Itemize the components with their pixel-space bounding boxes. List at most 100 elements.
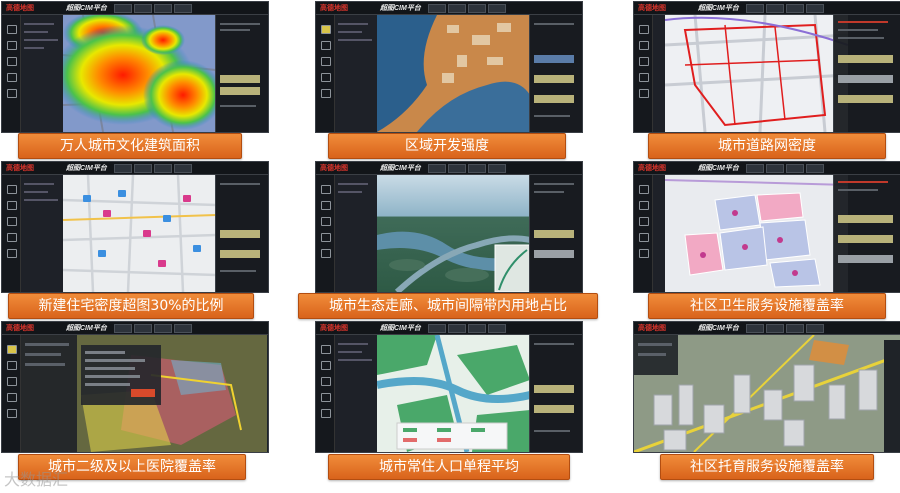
search-icon[interactable] — [639, 201, 649, 210]
app-brand: 高德地图 — [6, 165, 34, 172]
left-toolbar[interactable] — [634, 15, 653, 132]
settings-icon[interactable] — [321, 233, 331, 242]
map-view[interactable] — [634, 335, 900, 452]
header-tabs[interactable] — [746, 164, 824, 173]
map-view[interactable] — [665, 15, 848, 132]
app-brand: 高德地图 — [320, 165, 348, 172]
layer-icon[interactable] — [7, 25, 17, 34]
header-tabs[interactable] — [428, 164, 506, 173]
app-header: 高德地图 超图CIM平台 — [316, 162, 582, 175]
settings-icon[interactable] — [639, 233, 649, 242]
header-tabs[interactable] — [114, 4, 192, 13]
tool-icon[interactable] — [7, 89, 17, 98]
map-view[interactable] — [21, 335, 268, 452]
left-toolbar[interactable] — [316, 175, 335, 292]
tool-icon[interactable] — [639, 89, 649, 98]
right-panel — [215, 15, 268, 132]
caption-1: 万人城市文化建筑面积 — [18, 133, 242, 159]
layer-icon[interactable] — [321, 25, 331, 34]
layer-icon[interactable] — [639, 185, 649, 194]
left-toolbar[interactable] — [316, 335, 335, 452]
app-header: 高德地图 超图CIM平台 — [2, 322, 268, 335]
app-title: 超图CIM平台 — [66, 5, 107, 12]
watermark: 大数据汇 — [4, 470, 69, 489]
tool-icon[interactable] — [321, 89, 331, 98]
map-view[interactable] — [63, 15, 216, 132]
left-panel — [653, 175, 665, 292]
header-tabs[interactable] — [428, 324, 506, 333]
app-title: 超图CIM平台 — [66, 325, 107, 332]
app-title: 超图CIM平台 — [698, 325, 739, 332]
right-panel — [529, 175, 582, 292]
app-brand: 高德地图 — [638, 5, 666, 12]
chart-icon[interactable] — [321, 377, 331, 386]
layer-icon[interactable] — [7, 185, 17, 194]
tool-icon[interactable] — [639, 249, 649, 258]
app-title: 超图CIM平台 — [380, 165, 421, 172]
map-view[interactable] — [665, 175, 848, 292]
search-icon[interactable] — [321, 361, 331, 370]
settings-icon[interactable] — [321, 393, 331, 402]
layer-icon[interactable] — [7, 345, 17, 354]
left-toolbar[interactable] — [634, 175, 653, 292]
right-panel — [833, 175, 900, 292]
search-icon[interactable] — [321, 201, 331, 210]
chart-icon[interactable] — [7, 217, 17, 226]
chart-icon[interactable] — [7, 57, 17, 66]
caption-6: 社区卫生服务设施覆盖率 — [648, 293, 886, 319]
header-tabs[interactable] — [114, 324, 192, 333]
left-toolbar[interactable] — [2, 175, 21, 292]
chart-icon[interactable] — [639, 217, 649, 226]
app-header: 高德地图 超图CIM平台 — [634, 2, 900, 15]
map-view[interactable] — [377, 15, 530, 132]
tool-icon[interactable] — [321, 409, 331, 418]
search-icon[interactable] — [7, 201, 17, 210]
chart-icon[interactable] — [639, 57, 649, 66]
caption-2: 区域开发强度 — [328, 133, 566, 159]
settings-icon[interactable] — [639, 73, 649, 82]
header-tabs[interactable] — [746, 4, 824, 13]
tool-icon[interactable] — [321, 249, 331, 258]
screenshot-tile-2: 高德地图 超图CIM平台 — [315, 1, 583, 133]
chart-icon[interactable] — [321, 57, 331, 66]
app-title: 超图CIM平台 — [380, 5, 421, 12]
right-panel — [833, 15, 900, 132]
map-view[interactable] — [377, 175, 530, 292]
tool-icon[interactable] — [7, 409, 17, 418]
search-icon[interactable] — [639, 41, 649, 50]
header-tabs[interactable] — [428, 4, 506, 13]
settings-icon[interactable] — [7, 73, 17, 82]
settings-icon[interactable] — [7, 233, 17, 242]
right-panel — [215, 175, 268, 292]
settings-icon[interactable] — [321, 73, 331, 82]
screenshot-tile-4: 高德地图 超图CIM平台 — [1, 161, 269, 293]
map-view[interactable] — [377, 335, 530, 452]
app-title: 超图CIM平台 — [698, 165, 739, 172]
screenshot-tile-1: 高德地图 超图CIM平台 — [1, 1, 269, 133]
search-icon[interactable] — [321, 41, 331, 50]
left-toolbar[interactable] — [2, 335, 21, 452]
layer-icon[interactable] — [321, 185, 331, 194]
chart-icon[interactable] — [7, 377, 17, 386]
left-toolbar[interactable] — [2, 15, 21, 132]
search-icon[interactable] — [7, 41, 17, 50]
app-title: 超图CIM平台 — [380, 325, 421, 332]
layer-icon[interactable] — [321, 345, 331, 354]
app-brand: 高德地图 — [638, 165, 666, 172]
layer-icon[interactable] — [639, 25, 649, 34]
map-view[interactable] — [63, 175, 216, 292]
app-header: 高德地图 超图CIM平台 — [634, 322, 900, 335]
header-tabs[interactable] — [746, 324, 824, 333]
caption-4: 新建住宅密度超图30%的比例 — [8, 293, 254, 319]
app-title: 超图CIM平台 — [66, 165, 107, 172]
left-toolbar[interactable] — [316, 15, 335, 132]
chart-icon[interactable] — [321, 217, 331, 226]
header-tabs[interactable] — [114, 164, 192, 173]
caption-3: 城市道路网密度 — [648, 133, 886, 159]
app-header: 高德地图 超图CIM平台 — [2, 162, 268, 175]
tool-icon[interactable] — [7, 249, 17, 258]
settings-icon[interactable] — [7, 393, 17, 402]
right-panel — [529, 335, 582, 452]
search-icon[interactable] — [7, 361, 17, 370]
left-panel — [21, 15, 63, 132]
